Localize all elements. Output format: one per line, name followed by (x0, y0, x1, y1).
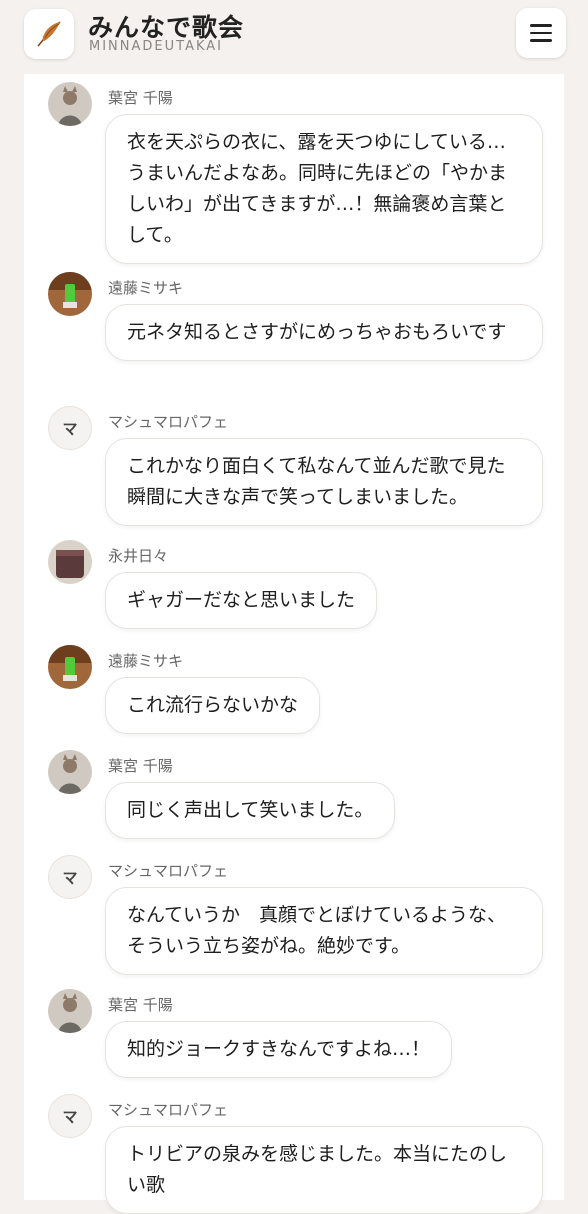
avatar[interactable]: マ (48, 855, 92, 899)
author-name: マシュマロパフェ (108, 413, 229, 431)
comment-bubble: これかなり面白くて私なんて並んだ歌で見た瞬間に大きな声で笑ってしまいました。 (105, 438, 543, 526)
author-name: 遠藤ミサキ (108, 279, 184, 297)
app-header: みんなで歌会 MINNADEUTAKAI (0, 0, 588, 74)
author-name: 葉宮 千陽 (108, 757, 173, 775)
avatar[interactable]: マ (48, 406, 92, 450)
author-name: マシュマロパフェ (108, 1101, 229, 1119)
comment-bubble: これ流行らないかな (105, 677, 321, 734)
author-name: 遠藤ミサキ (108, 652, 184, 670)
author-name: 葉宮 千陽 (108, 996, 173, 1014)
feather-icon (37, 21, 61, 47)
author-name: マシュマロパフェ (108, 862, 229, 880)
hamburger-menu-icon[interactable] (516, 8, 566, 58)
avatar[interactable] (48, 82, 92, 126)
author-name: 永井日々 (108, 547, 169, 565)
app-logo[interactable] (24, 9, 74, 59)
app-subtitle: MINNADEUTAKAI (89, 39, 223, 54)
comment-bubble: 知的ジョークすきなんですよね…！ (105, 1021, 453, 1078)
comment-bubble: ギャガーだなと思いました (105, 572, 378, 629)
avatar[interactable] (48, 989, 92, 1033)
comment-bubble: 衣を天ぷらの衣に、露を天つゆにしている…うまいんだよなあ。同時に先ほどの「やかま… (105, 114, 543, 264)
avatar[interactable] (48, 272, 92, 316)
avatar[interactable] (48, 750, 92, 794)
avatar[interactable]: マ (48, 1094, 92, 1138)
avatar[interactable] (48, 540, 92, 584)
comment-bubble: トリビアの泉みを感じました。本当にたのしい歌 (105, 1126, 543, 1214)
author-name: 葉宮 千陽 (108, 89, 173, 107)
comment-bubble: なんていうか 真顔でとぼけているような、そういう立ち姿がね。絶妙です。 (105, 887, 543, 975)
comment-thread: 葉宮 千陽 衣を天ぷらの衣に、露を天つゆにしている…うまいんだよなあ。同時に先ほ… (24, 74, 564, 1214)
comment-bubble: 元ネタ知るとさすがにめっちゃおもろいです (105, 304, 543, 361)
avatar[interactable] (48, 645, 92, 689)
comment-bubble: 同じく声出して笑いました。 (105, 782, 396, 839)
